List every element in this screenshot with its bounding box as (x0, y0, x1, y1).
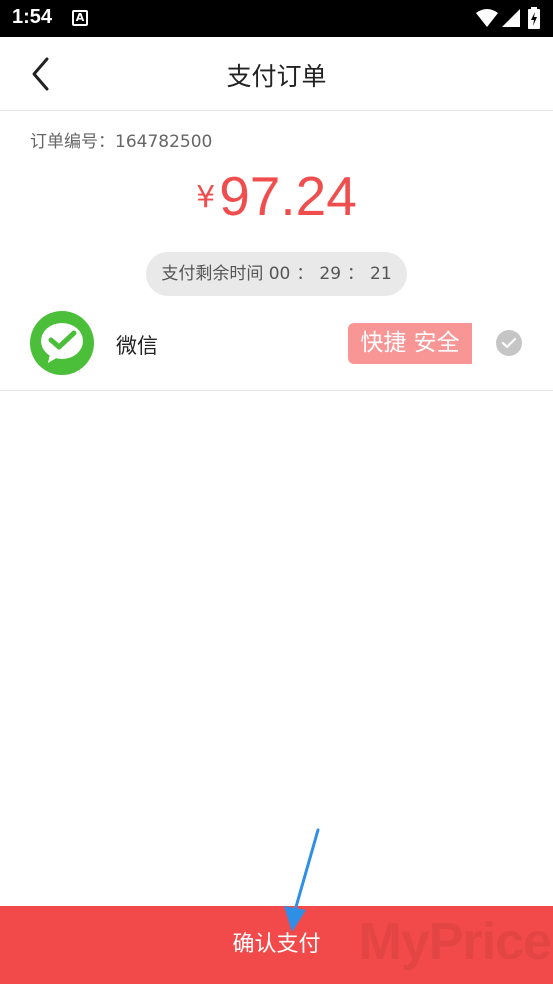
wifi-icon (476, 9, 498, 27)
watermark: MyPrice (358, 913, 552, 971)
order-number-label: 订单编号： (30, 132, 115, 152)
header-bar: 支付订单 (0, 37, 553, 111)
payment-method-name: 微信 (116, 334, 158, 358)
payment-method-wechat[interactable]: 微信 快捷 安全 (0, 306, 553, 391)
status-bar: 1:54 A (0, 0, 553, 37)
timer-label: 支付剩余时间 (161, 264, 264, 284)
page-title: 支付订单 (226, 62, 327, 91)
wechat-icon (30, 311, 94, 375)
timer-hours: 00 (268, 264, 291, 284)
timer-separator: ： (347, 264, 365, 284)
annotation-arrow-icon (284, 828, 320, 932)
order-number-row: 订单编号：164782500 (30, 127, 212, 152)
payment-badge: 快捷 安全 (348, 323, 472, 364)
timer-minutes: 29 (319, 264, 342, 284)
signal-icon (502, 9, 520, 27)
amount-value: 97.24 (219, 165, 357, 227)
battery-icon (528, 7, 540, 29)
order-number-value: 164782500 (115, 132, 213, 152)
status-time: 1:54 (12, 6, 53, 28)
timer-seconds: 21 (370, 264, 392, 284)
selected-check-icon[interactable] (496, 330, 522, 356)
payment-amount: ¥97.24 (0, 164, 553, 228)
currency-symbol: ¥ (196, 180, 216, 215)
timer-separator: ： (296, 264, 314, 284)
countdown-timer: 支付剩余时间 00： 29： 21 (146, 252, 407, 296)
app-notification-icon: A (72, 10, 88, 26)
